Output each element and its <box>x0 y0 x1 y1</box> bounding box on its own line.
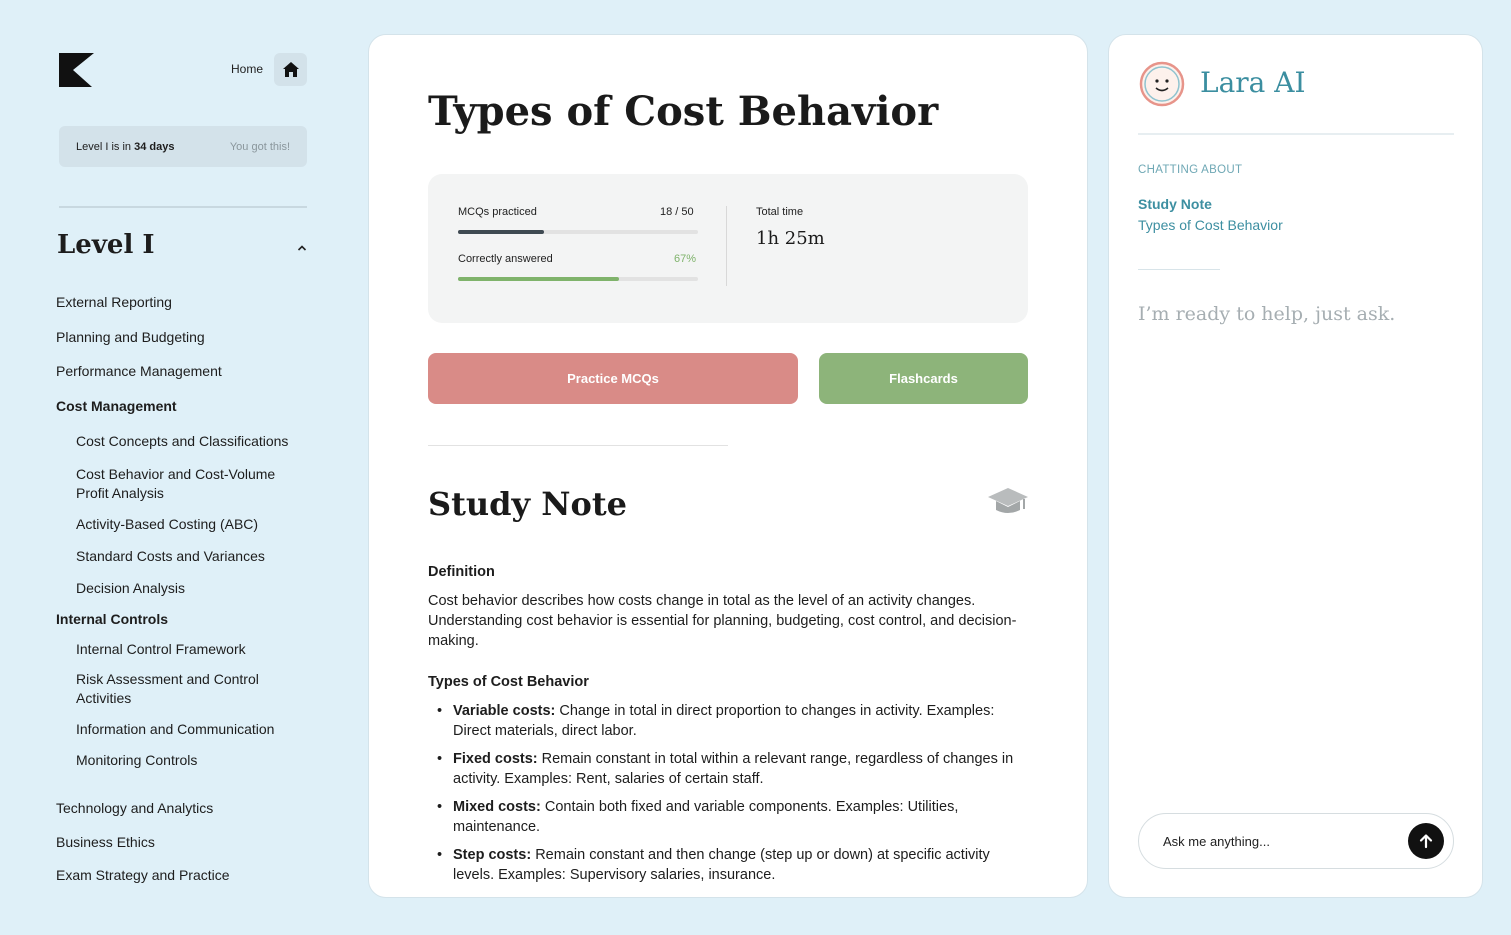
divider <box>1138 269 1220 270</box>
practice-mcqs-button[interactable]: Practice MCQs <box>428 353 798 404</box>
context-type[interactable]: Study Note <box>1138 196 1212 212</box>
sidebar-subitem[interactable]: Internal Control Framework <box>76 640 306 659</box>
sidebar-item-external-reporting[interactable]: External Reporting <box>56 293 172 312</box>
mcq-progress-fill <box>458 230 545 234</box>
sidebar-subitem[interactable]: Cost Concepts and Classifications <box>76 432 306 451</box>
home-icon <box>282 62 299 77</box>
chat-input[interactable] <box>1163 831 1393 851</box>
definition-text: Cost behavior describes how costs change… <box>428 593 1017 649</box>
logo-icon[interactable] <box>59 53 94 87</box>
chat-title: Lara AI <box>1200 66 1306 99</box>
study-note-title: Study Note <box>428 485 627 523</box>
chat-panel: Lara AI CHATTING ABOUT Study Note Types … <box>1108 34 1483 898</box>
graduation-cap-icon <box>988 488 1028 513</box>
sidebar-subitem[interactable]: Information and Communication <box>76 720 306 739</box>
total-time-label: Total time <box>756 206 804 218</box>
study-note-content: Definition Cost behavior describes how c… <box>428 562 1028 893</box>
empty-chat-message: I’m ready to help, just ask. <box>1138 303 1396 325</box>
list-item: Fixed costs: Remain constant in total wi… <box>428 749 1028 789</box>
list-item: Step costs: Remain constant and then cha… <box>428 845 1028 885</box>
sidebar-subitem[interactable]: Cost Behavior and Cost-Volume Profit Ana… <box>76 465 306 503</box>
correct-percent: 67% <box>674 253 697 265</box>
context-title[interactable]: Types of Cost Behavior <box>1138 217 1283 233</box>
sidebar-item-exam-strategy[interactable]: Exam Strategy and Practice <box>56 866 230 885</box>
progress-stats: MCQs practiced 18 / 50 Correctly answere… <box>428 174 1028 323</box>
sidebar-subitem[interactable]: Risk Assessment and Control Activities <box>76 670 306 708</box>
arrow-up-icon <box>1419 834 1433 849</box>
page-title: Types of Cost Behavior <box>428 88 939 135</box>
home-button[interactable] <box>274 53 307 86</box>
sidebar-item-cost-management[interactable]: Cost Management <box>56 397 177 416</box>
correct-progress-bar <box>458 277 698 281</box>
send-button[interactable] <box>1408 823 1444 859</box>
sidebar-item-technology-analytics[interactable]: Technology and Analytics <box>56 799 213 818</box>
sidebar-item-business-ethics[interactable]: Business Ethics <box>56 833 155 852</box>
correct-label: Correctly answered <box>458 253 553 265</box>
avatar-icon <box>1139 61 1185 107</box>
sidebar: Home Level I is in 34 days You got this!… <box>0 0 340 935</box>
list-item: Mixed costs: Contain both fixed and vari… <box>428 797 1028 837</box>
motivation-text: You got this! <box>229 140 290 153</box>
home-link[interactable]: Home <box>231 62 263 76</box>
divider <box>59 206 307 208</box>
mcq-progress-bar <box>458 230 698 234</box>
mcq-label: MCQs practiced <box>458 206 537 218</box>
correct-progress-fill <box>458 277 619 281</box>
flashcards-button[interactable]: Flashcards <box>819 353 1028 404</box>
main-panel: Types of Cost Behavior MCQs practiced 18… <box>368 34 1088 898</box>
divider <box>1138 133 1454 135</box>
sidebar-item-performance-management[interactable]: Performance Management <box>56 362 222 381</box>
level-title[interactable]: Level I <box>57 230 155 260</box>
exam-countdown: Level I is in 34 days You got this! <box>59 126 307 167</box>
countdown-text: Level I is in 34 days <box>76 140 175 153</box>
chat-input-container <box>1138 813 1454 869</box>
chatting-about-label: CHATTING ABOUT <box>1138 164 1243 176</box>
divider <box>428 445 728 446</box>
definition-heading: Definition <box>428 564 495 580</box>
sidebar-subitem[interactable]: Decision Analysis <box>76 579 306 598</box>
chevron-up-icon[interactable] <box>297 244 307 252</box>
sidebar-subitem[interactable]: Monitoring Controls <box>76 751 306 770</box>
types-list: Variable costs: Change in total in direc… <box>428 701 1028 885</box>
sidebar-item-planning-budgeting[interactable]: Planning and Budgeting <box>56 328 205 347</box>
sidebar-subitem[interactable]: Standard Costs and Variances <box>76 547 306 566</box>
sidebar-subitem[interactable]: Activity-Based Costing (ABC) <box>76 515 306 534</box>
sidebar-item-internal-controls[interactable]: Internal Controls <box>56 610 168 629</box>
list-item: Variable costs: Change in total in direc… <box>428 701 1028 741</box>
types-heading: Types of Cost Behavior <box>428 674 589 690</box>
mcq-count: 18 / 50 <box>660 206 694 218</box>
total-time-value: 1h 25m <box>756 228 825 249</box>
stats-divider <box>726 206 727 286</box>
